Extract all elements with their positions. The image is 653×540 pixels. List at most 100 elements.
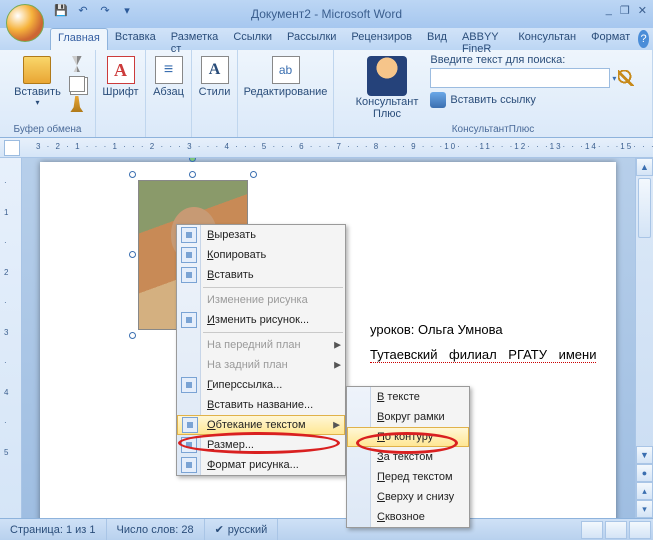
paste-button[interactable]: Вставить ▾ [10, 54, 65, 112]
wrap-submenu-item-0[interactable]: В тексте [347, 387, 469, 407]
quick-access-toolbar: 💾 ↶ ↷ ▾ [52, 4, 136, 22]
tab-format[interactable]: Формат [584, 28, 638, 50]
tab-references[interactable]: Ссылки [226, 28, 280, 50]
tab-review[interactable]: Рецензиров [344, 28, 420, 50]
wrap-submenu-item-3[interactable]: За текстом [347, 447, 469, 467]
undo-icon[interactable]: ↶ [74, 4, 92, 22]
tab-layout[interactable]: Разметка ст [164, 28, 227, 50]
wrap-submenu-item-label: Сквозное [377, 511, 425, 523]
context-menu-item-9[interactable]: Гиперссылка... [177, 375, 345, 395]
copy-icon [181, 247, 197, 263]
wrap-submenu-item-2[interactable]: По контуру [347, 427, 469, 447]
view-web[interactable] [629, 521, 651, 539]
context-menu-item-13[interactable]: Формат рисунка... [177, 455, 345, 475]
context-menu-item-label: Изменить рисунок... [207, 314, 309, 326]
konsultant-insert-link-label: Вставить ссылку [450, 94, 535, 106]
submenu-arrow-icon: ▶ [333, 420, 340, 431]
konsultant-button[interactable]: Консультант Плюс [352, 54, 423, 122]
status-lang[interactable]: ✔ русский [205, 519, 279, 540]
spellcheck-icon: ✔ [215, 523, 224, 536]
styles-button[interactable]: Стили [195, 54, 235, 100]
cut-icon[interactable] [69, 56, 85, 72]
tab-view[interactable]: Вид [420, 28, 455, 50]
wrap-submenu-item-4[interactable]: Перед текстом [347, 467, 469, 487]
rotate-handle[interactable] [189, 158, 196, 162]
context-menu-item-label: Изменение рисунка [207, 294, 308, 306]
resize-handle[interactable] [129, 251, 136, 258]
wrap-submenu-item-5[interactable]: Сверху и снизу [347, 487, 469, 507]
wrap-submenu-item-1[interactable]: Вокруг рамки [347, 407, 469, 427]
font-icon [107, 56, 135, 84]
status-page[interactable]: Страница: 1 из 1 [0, 519, 107, 540]
context-menu-item-label: Вырезать [207, 229, 256, 241]
format-painter-icon[interactable] [69, 96, 85, 112]
tab-home[interactable]: Главная [50, 28, 108, 50]
wrap-submenu: В текстеВокруг рамки По контуру За текстом… [346, 386, 470, 528]
browse-object-button[interactable]: ● [636, 464, 653, 482]
context-menu-item-1[interactable]: Копировать [177, 245, 345, 265]
scroll-down-button[interactable]: ▼ [636, 446, 653, 464]
status-words[interactable]: Число слов: 28 [107, 519, 205, 540]
context-menu-item-12[interactable]: Размер... [177, 435, 345, 455]
context-menu-item-label: На задний план [207, 359, 288, 371]
editing-icon [272, 56, 300, 84]
tab-mailings[interactable]: Рассылки [280, 28, 344, 50]
scroll-thumb[interactable] [638, 178, 651, 238]
size-icon [181, 437, 197, 453]
save-icon[interactable]: 💾 [52, 4, 70, 22]
context-menu-item-7: На передний план▶ [177, 335, 345, 355]
window-controls: _ ❐ ✕ [606, 4, 647, 17]
resize-handle[interactable] [129, 171, 136, 178]
context-menu-item-10[interactable]: Вставить название... [177, 395, 345, 415]
wrap-submenu-item-label: Перед текстом [377, 471, 453, 483]
editing-button[interactable]: Редактирование [240, 54, 332, 100]
help-icon[interactable]: ? [638, 30, 649, 48]
qat-customize-icon[interactable]: ▾ [118, 4, 136, 22]
group-styles: Стили [192, 50, 238, 137]
context-menu-item-2[interactable]: Вставить [177, 265, 345, 285]
scroll-up-button[interactable]: ▲ [636, 158, 653, 176]
font-button[interactable]: Шрифт [98, 54, 142, 100]
tab-abbyy[interactable]: ABBYY FineR [455, 28, 511, 50]
context-menu-item-label: Размер... [207, 439, 254, 451]
context-menu-item-4: Изменение рисунка [177, 290, 345, 310]
context-menu-item-8: На задний план ▶ [177, 355, 345, 375]
group-clipboard: Вставить ▾ Буфер обмена [0, 50, 96, 137]
view-print-layout[interactable] [581, 521, 603, 539]
horizontal-ruler[interactable]: 3 · 2 · 1 · · · 1 · · · 2 · · · 3 · · · … [0, 138, 653, 158]
context-menu-item-label: Вставить название... [207, 399, 313, 411]
wrap-submenu-item-label: По контуру [377, 431, 433, 443]
konsultant-search-label: Введите текст для поиска: [430, 54, 634, 66]
tab-selector[interactable] [4, 140, 20, 156]
resize-handle[interactable] [189, 171, 196, 178]
maximize-button[interactable]: ❐ [620, 4, 630, 17]
resize-handle[interactable] [129, 332, 136, 339]
context-menu-item-11[interactable]: Обтекание текстом▶ [177, 415, 345, 435]
format-picture-icon [181, 457, 197, 473]
tab-konsultant[interactable]: Консультан [511, 28, 584, 50]
close-button[interactable]: ✕ [638, 4, 647, 17]
redo-icon[interactable]: ↷ [96, 4, 114, 22]
konsultant-search-input[interactable] [430, 68, 610, 88]
group-paragraph: Абзац [146, 50, 192, 137]
context-menu-item-0[interactable]: Вырезать [177, 225, 345, 245]
view-fullscreen[interactable] [605, 521, 627, 539]
office-button[interactable] [6, 4, 44, 42]
resize-handle[interactable] [250, 171, 257, 178]
prev-page-button[interactable]: ▴ [636, 482, 653, 500]
context-menu-item-5[interactable]: Изменить рисунок... [177, 310, 345, 330]
submenu-arrow-icon: ▶ [334, 360, 341, 371]
group-editing: Редактирование [238, 50, 334, 137]
paragraph-button[interactable]: Абзац [149, 54, 188, 100]
minimize-button[interactable]: _ [606, 4, 612, 17]
vertical-scrollbar[interactable]: ▲ ▼ ● ▴ ▾ [635, 158, 653, 518]
konsultant-insert-link[interactable]: Вставить ссылку [430, 92, 634, 108]
tab-insert[interactable]: Вставка [108, 28, 164, 50]
copy-icon[interactable] [69, 76, 85, 92]
wrap-submenu-item-6[interactable]: Сквозное [347, 507, 469, 527]
chevron-down-icon: ▾ [35, 98, 39, 107]
vertical-ruler[interactable]: ·1· 2·3 ·4· 5 [0, 158, 22, 518]
next-page-button[interactable]: ▾ [636, 500, 653, 518]
chevron-down-icon[interactable]: ▾ [612, 74, 616, 83]
search-icon[interactable] [618, 70, 634, 86]
